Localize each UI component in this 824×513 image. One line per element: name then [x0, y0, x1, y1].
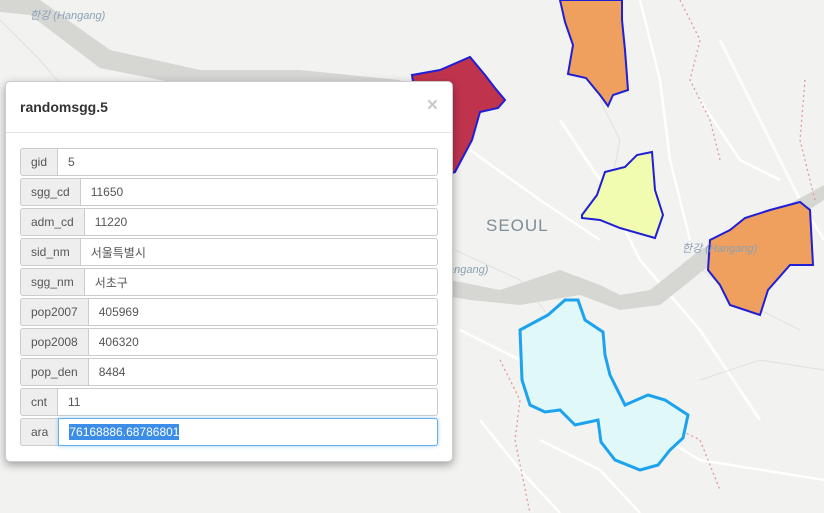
dialog-title: randomsgg.5: [20, 99, 108, 115]
attribute-label: sgg_nm: [20, 268, 84, 296]
river-label-top: 한강 (Hangang): [30, 9, 106, 22]
attribute-row-pop-den: pop_den 8484: [20, 358, 438, 386]
river-label-east: 한강 (Hangang): [682, 242, 758, 255]
attribute-row-ara: ara 76168886.68786801: [20, 418, 438, 446]
dialog-header: randomsgg.5 ×: [6, 82, 452, 133]
attribute-label: gid: [20, 148, 58, 176]
attribute-row-cnt: cnt 11: [20, 388, 438, 416]
attribute-row-sgg-cd: sgg_cd 11650: [20, 178, 438, 206]
attribute-value-input[interactable]: 11650: [79, 178, 438, 206]
attribute-value-input[interactable]: 8484: [87, 358, 438, 386]
attribute-list: gid 5 sgg_cd 11650 adm_cd 11220 sid_nm 서…: [6, 133, 452, 446]
seoul-city-label: SEOUL: [486, 216, 549, 235]
attribute-label: pop2007: [20, 298, 88, 326]
attribute-value-input[interactable]: 서울특별시: [79, 238, 438, 266]
attribute-label: sgg_cd: [20, 178, 80, 206]
attribute-label: sid_nm: [20, 238, 80, 266]
attribute-label: cnt: [20, 388, 58, 416]
attribute-row-sgg-nm: sgg_nm 서초구: [20, 268, 438, 296]
attribute-row-pop2007: pop2007 405969: [20, 298, 438, 326]
attribute-value-input[interactable]: 405969: [87, 298, 438, 326]
attribute-row-sid-nm: sid_nm 서울특별시: [20, 238, 438, 266]
close-icon[interactable]: ×: [427, 96, 438, 115]
attribute-value-input[interactable]: 11: [57, 388, 438, 416]
attribute-value-input[interactable]: 5: [57, 148, 438, 176]
attribute-row-pop2008: pop2008 406320: [20, 328, 438, 356]
attribute-label: pop_den: [20, 358, 88, 386]
attribute-label: pop2008: [20, 328, 88, 356]
attribute-value-input[interactable]: 서초구: [83, 268, 438, 296]
attribute-value-input-focused[interactable]: 76168886.68786801: [58, 418, 438, 446]
attribute-row-adm-cd: adm_cd 11220: [20, 208, 438, 236]
attribute-label: ara: [20, 418, 59, 446]
attribute-label: adm_cd: [20, 208, 84, 236]
selected-text: 76168886.68786801: [69, 424, 180, 440]
feature-info-dialog: randomsgg.5 × gid 5 sgg_cd 11650 adm_cd …: [5, 81, 453, 462]
attribute-value-input[interactable]: 11220: [83, 208, 438, 236]
attribute-row-gid: gid 5: [20, 148, 438, 176]
attribute-value-input[interactable]: 406320: [87, 328, 438, 356]
river-label-partial: angang): [448, 264, 489, 276]
